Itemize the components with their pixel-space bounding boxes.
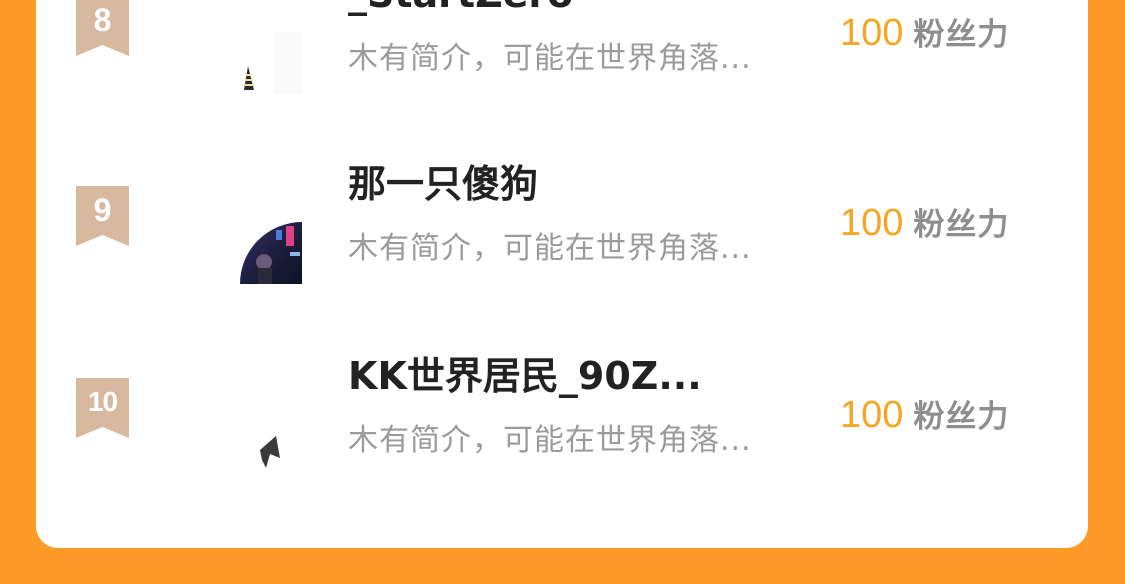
fan-power-unit: 粉丝力 bbox=[913, 399, 1010, 435]
intro-text: 木有简介，可能在世界角落... bbox=[348, 423, 752, 458]
fan-power-value: 100 bbox=[840, 202, 904, 244]
rank-badge: 8 bbox=[76, 0, 129, 56]
ranking-card: 8 _StartZero 木有简介，可能在世界角落... 100粉丝力 9 bbox=[36, 0, 1088, 548]
fan-power: 100 粉丝力 bbox=[840, 200, 1009, 253]
fan-power-unit: 粉丝力 bbox=[913, 207, 1010, 243]
rank-number: 10 bbox=[87, 386, 118, 417]
rank-badge: 9 bbox=[76, 186, 129, 246]
ranking-row[interactable]: 10 KK世界居民_90Z... 木有简介，可能在世界角落... 100 粉丝力 bbox=[36, 344, 1088, 534]
rank-badge: 10 bbox=[76, 378, 129, 438]
nickname[interactable]: KK世界居民_90Z... bbox=[348, 353, 702, 399]
intro-text: 木有简介，可能在世界角落... bbox=[348, 231, 752, 266]
rank-number: 9 bbox=[93, 192, 112, 228]
fan-power-value: 100 bbox=[840, 394, 904, 436]
nickname[interactable]: 那一只傻狗 bbox=[348, 161, 538, 207]
rank-number: 8 bbox=[93, 2, 112, 38]
ranking-row[interactable]: 8 _StartZero 木有简介，可能在世界角落... 100粉丝力 bbox=[36, 0, 1088, 152]
fan-power-unit: 粉丝力 bbox=[913, 17, 1010, 53]
avatar[interactable] bbox=[240, 222, 302, 284]
fan-power: 100 粉丝力 bbox=[840, 10, 1009, 63]
avatar[interactable] bbox=[240, 414, 302, 476]
avatar[interactable] bbox=[240, 32, 302, 94]
ranking-row[interactable]: 9 那一只傻狗 木有简介，可能在世界角落... 100 粉丝力 bbox=[36, 152, 1088, 342]
nickname[interactable]: _StartZero bbox=[348, 0, 573, 17]
intro-text: 木有简介，可能在世界角落... bbox=[348, 41, 752, 76]
fan-power-value: 100 bbox=[840, 12, 904, 54]
fan-power: 100 粉丝力 bbox=[840, 392, 1009, 445]
